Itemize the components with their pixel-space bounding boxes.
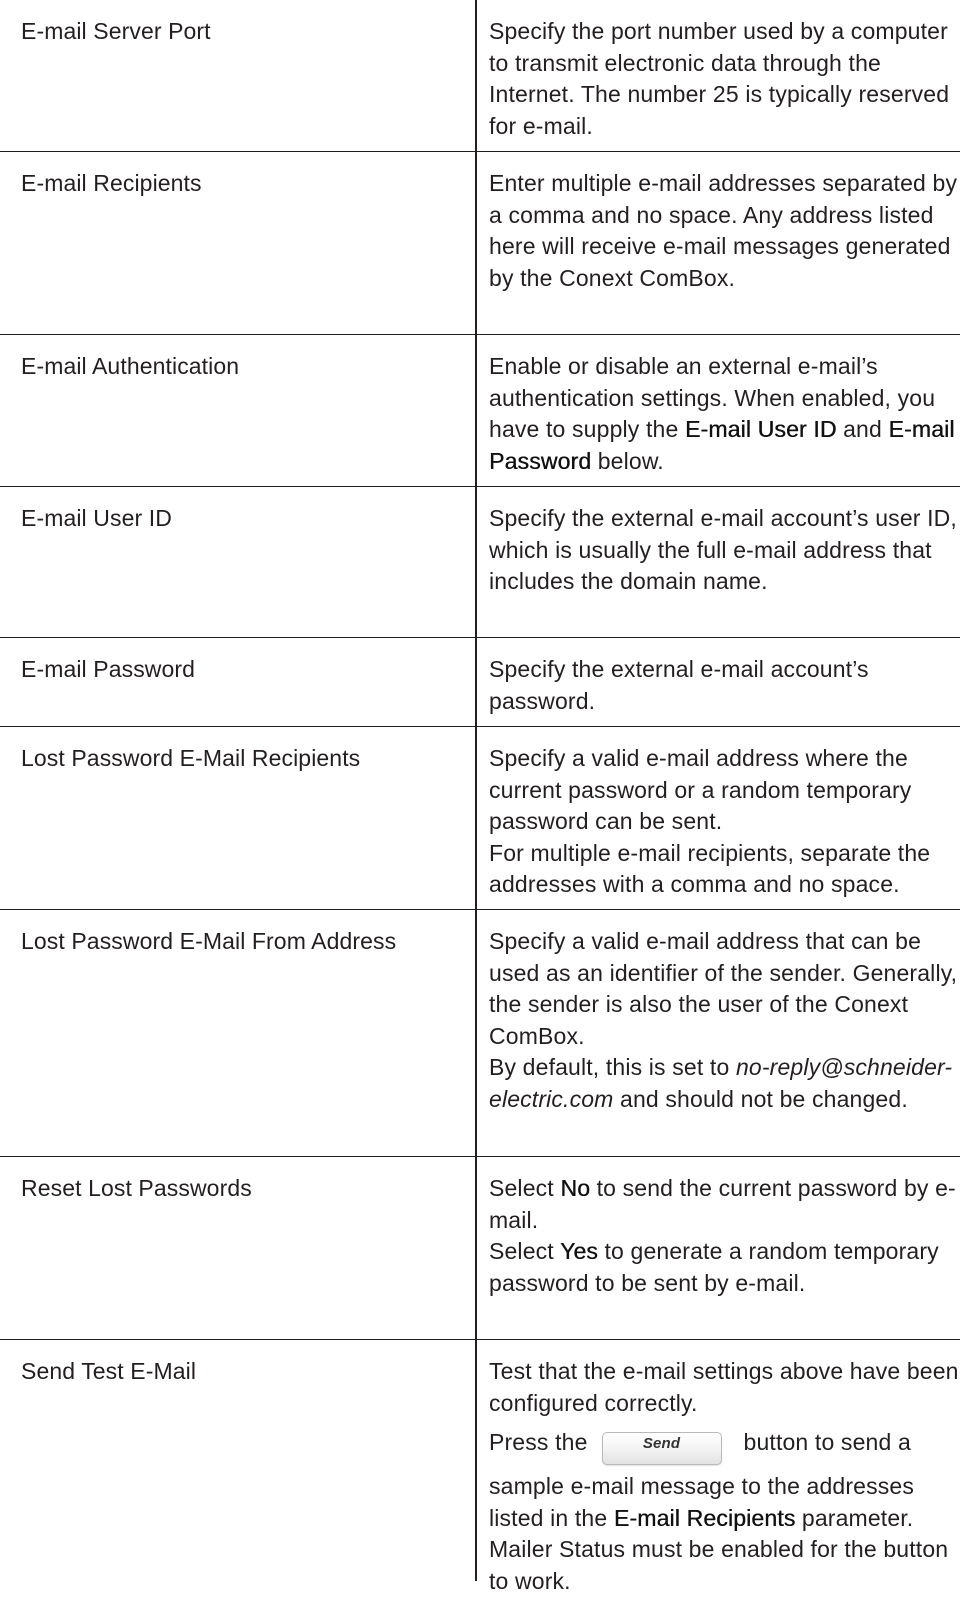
ui-term-user-id: E-mail User ID — [684, 416, 837, 442]
description-text-part: Select — [489, 1175, 554, 1201]
description-text-part: and — [843, 416, 882, 442]
ui-term-recipients: E-mail Recipients — [613, 1504, 796, 1531]
ui-term-yes: Yes — [559, 1238, 598, 1264]
description-text: Specify the port number used by a comput… — [489, 18, 950, 139]
parameter-table: E-mail Server Port Specify the port numb… — [0, 0, 960, 1594]
description-text: Enable or disable an external e-mail’s a… — [489, 351, 960, 477]
parameter-description: Specify a valid e-mail address that can … — [475, 910, 960, 1156]
description-text: Select No to send the current password b… — [489, 1173, 960, 1236]
parameter-description: Specify a valid e-mail address where the… — [475, 727, 960, 909]
parameter-name: E-mail User ID — [21, 505, 172, 531]
parameter-name: Lost Password E-Mail Recipients — [21, 745, 361, 771]
description-text-part: Press the — [489, 1429, 588, 1455]
parameter-name: Lost Password E-Mail From Address — [21, 928, 397, 954]
description-text-part: below. — [597, 447, 664, 474]
table-row: Lost Password E-Mail Recipients Specify … — [0, 727, 960, 910]
table-row: E-mail Recipients Enter multiple e-mail … — [0, 152, 960, 335]
table-row: E-mail Password Specify the external e-m… — [0, 638, 960, 727]
send-button[interactable]: Send — [601, 1432, 722, 1465]
parameter-name: E-mail Server Port — [21, 18, 211, 44]
description-text: Specify a valid e-mail address that can … — [489, 928, 958, 1049]
table-row: Reset Lost Passwords Select No to send t… — [0, 1157, 960, 1340]
parameter-name: E-mail Recipients — [21, 170, 202, 196]
parameter-description: Specify the external e-mail account’s us… — [475, 487, 960, 637]
table-row: E-mail User ID Specify the external e-ma… — [0, 487, 960, 638]
description-text: Test that the e-mail settings above have… — [489, 1358, 959, 1416]
table-row: Lost Password E-Mail From Address Specif… — [0, 910, 960, 1157]
description-text-part: and should not be changed. — [620, 1085, 908, 1112]
parameter-name: Reset Lost Passwords — [21, 1175, 252, 1201]
parameter-description: Specify the port number used by a comput… — [475, 0, 960, 151]
description-text: By default, this is set to no-reply@schn… — [489, 1052, 960, 1115]
parameter-name: Send Test E-Mail — [21, 1358, 197, 1384]
parameter-name: E-mail Password — [21, 656, 196, 682]
description-text-part: Select — [489, 1238, 554, 1264]
description-text-part: to generate a random temporary password … — [489, 1238, 939, 1296]
description-text: Press the Send button to send a sample e-m… — [489, 1427, 960, 1597]
parameter-description: Enter multiple e-mail addresses separate… — [475, 152, 960, 334]
ui-term-no: No — [560, 1175, 591, 1201]
description-text: Specify the external e-mail account’s us… — [489, 505, 957, 594]
table-row: E-mail Server Port Specify the port numb… — [0, 0, 960, 152]
description-text: Specify the external e-mail account’s pa… — [489, 656, 869, 714]
description-text: For multiple e-mail recipients, separate… — [489, 839, 931, 898]
description-text-part: By default, this is set to — [489, 1054, 730, 1080]
description-text: Select Yes to generate a random temporar… — [489, 1236, 960, 1299]
parameter-name: E-mail Authentication — [21, 353, 240, 379]
table-row: E-mail Authentication Enable or disable … — [0, 335, 960, 487]
parameter-description: Select No to send the current password b… — [475, 1157, 960, 1339]
table-row: Send Test E-Mail Test that the e-mail se… — [0, 1340, 960, 1594]
description-text: Specify a valid e-mail address where the… — [489, 745, 912, 834]
description-text: Enter multiple e-mail addresses separate… — [489, 170, 958, 291]
parameter-description: Test that the e-mail settings above have… — [475, 1340, 960, 1594]
parameter-description: Enable or disable an external e-mail’s a… — [475, 335, 960, 486]
parameter-description: Specify the external e-mail account’s pa… — [475, 638, 960, 726]
